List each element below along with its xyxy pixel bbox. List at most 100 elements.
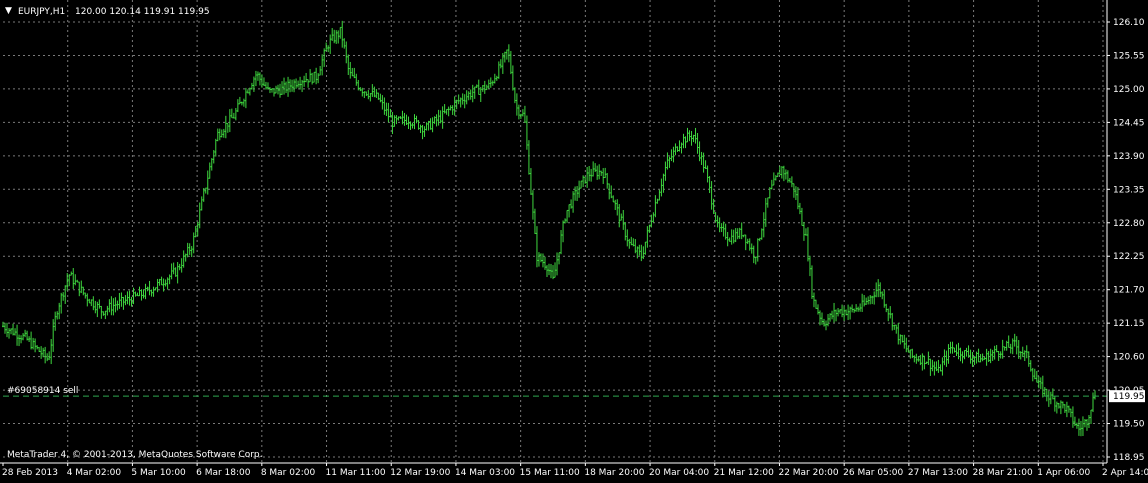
- ohlc-bar: [1047, 390, 1050, 407]
- ohlc-bar: [604, 167, 607, 179]
- ohlc-bar: [660, 178, 663, 197]
- ohlc-bars: [2, 20, 1096, 437]
- ohlc-bar: [106, 305, 109, 316]
- ohlc-bar: [853, 308, 856, 313]
- ohlc-bar: [580, 180, 583, 189]
- ohlc-bar: [909, 349, 912, 359]
- ohlc-bar: [262, 77, 265, 87]
- time-tick-label: 22 Mar 20:00: [778, 468, 838, 478]
- ohlc-bar: [812, 292, 815, 308]
- ohlc-bar: [750, 243, 753, 254]
- ohlc-bar: [82, 286, 85, 296]
- ohlc-bar: [991, 349, 994, 361]
- ohlc-bar: [877, 279, 880, 298]
- ohlc-bar: [26, 330, 29, 341]
- ohlc-bar: [122, 296, 125, 310]
- ohlc-bar: [46, 353, 49, 362]
- ohlc-bar: [788, 177, 791, 183]
- ohlc-bar: [770, 179, 773, 190]
- ohlc-bar: [550, 263, 553, 279]
- time-tick-label: 6 Mar 18:00: [196, 468, 251, 478]
- ohlc-bar: [190, 246, 193, 257]
- ohlc-bar: [413, 114, 416, 130]
- ohlc-bar: [903, 334, 906, 349]
- ohlc-bar: [291, 79, 294, 92]
- ohlc-bar: [810, 265, 813, 299]
- ohlc-bar: [1001, 339, 1004, 359]
- ohlc-bar: [867, 296, 870, 305]
- ohlc-bar: [680, 142, 683, 154]
- ohlc-bar: [377, 92, 380, 100]
- ohlc-bar: [642, 246, 645, 260]
- ohlc-bar: [347, 54, 350, 75]
- ohlc-bar: [463, 94, 466, 109]
- ohlc-bar: [477, 79, 480, 95]
- ohlc-bar: [951, 341, 954, 354]
- copyright-text: MetaTrader 4, © 2001-2013, MetaQuotes So…: [7, 450, 263, 460]
- ohlc-bar: [293, 79, 296, 93]
- ohlc-bar: [949, 341, 952, 354]
- ohlc-bar: [947, 344, 950, 364]
- ohlc-bar: [172, 262, 175, 275]
- ohlc-bar: [28, 336, 31, 343]
- ohlc-bar: [666, 152, 669, 170]
- time-axis[interactable]: 28 Feb 2013 4 Mar 02:00 5 Mar 10:00 6 Mar 1…: [0, 462, 1148, 478]
- ohlc-bar: [525, 115, 528, 150]
- ohlc-bar: [620, 213, 623, 221]
- ohlc-bar: [776, 172, 779, 178]
- chart-window[interactable]: #69058914 sell 126.10 125.55 125.00 124.45 1…: [0, 0, 1148, 479]
- ohlc-bar: [626, 229, 629, 247]
- ohlc-bar: [305, 72, 308, 83]
- ohlc-bar: [963, 350, 966, 360]
- ohlc-bar: [44, 346, 47, 364]
- ohlc-bar: [176, 262, 179, 284]
- ohlc-bar: [833, 302, 836, 323]
- ohlc-bar: [503, 51, 506, 63]
- ohlc-bar: [303, 75, 306, 87]
- ohlc-bar: [24, 329, 27, 338]
- ohlc-bar: [281, 81, 284, 95]
- ohlc-bar: [531, 190, 534, 220]
- ohlc-bar: [618, 204, 621, 228]
- ohlc-bar: [706, 165, 709, 183]
- ohlc-bar: [1089, 409, 1092, 424]
- ohlc-bar: [582, 175, 585, 188]
- chart-menu-icon[interactable]: ▼: [5, 6, 12, 16]
- ohlc-bar: [357, 79, 360, 91]
- ohlc-bar: [289, 79, 292, 93]
- ohlc-bar: [102, 311, 105, 316]
- ohlc-bar: [678, 140, 681, 152]
- ohlc-bar: [270, 88, 273, 93]
- ohlc-bar: [790, 176, 793, 188]
- ohlc-bar: [535, 226, 538, 268]
- ohlc-bar: [140, 289, 143, 301]
- ohlc-bar: [1061, 401, 1064, 409]
- ohlc-bar: [439, 110, 442, 124]
- ohlc-bar: [124, 295, 127, 306]
- ohlc-bar: [979, 354, 982, 363]
- ohlc-bar: [170, 263, 173, 280]
- time-tick-label: 26 Mar 05:00: [843, 468, 903, 478]
- ohlc-bar: [168, 274, 171, 285]
- price-tick-label: 121.15: [1113, 319, 1145, 329]
- ohlc-bar: [760, 228, 763, 240]
- ohlc-bar: [764, 197, 767, 227]
- ohlc-bar: [323, 48, 326, 67]
- ohlc-bar: [148, 280, 151, 296]
- ohlc-bar: [387, 102, 390, 123]
- ohlc-bar: [740, 222, 743, 240]
- price-chart[interactable]: #69058914 sell 126.10 125.55 125.00 124.45 1…: [0, 0, 1148, 479]
- ohlc-bar: [798, 202, 801, 215]
- ohlc-bar: [792, 183, 795, 198]
- ohlc-bar: [212, 150, 215, 164]
- ohlc-bar: [656, 198, 659, 204]
- ohlc-bar: [686, 127, 689, 143]
- ohlc-bar: [264, 81, 267, 90]
- ohlc-bar: [36, 345, 39, 350]
- ohlc-bar: [234, 107, 237, 121]
- ohlc-bar: [118, 292, 121, 309]
- ohlc-bar: [782, 165, 785, 182]
- ohlc-bar: [983, 356, 986, 360]
- ohlc-bar: [202, 188, 205, 202]
- ohlc-bar: [246, 89, 249, 94]
